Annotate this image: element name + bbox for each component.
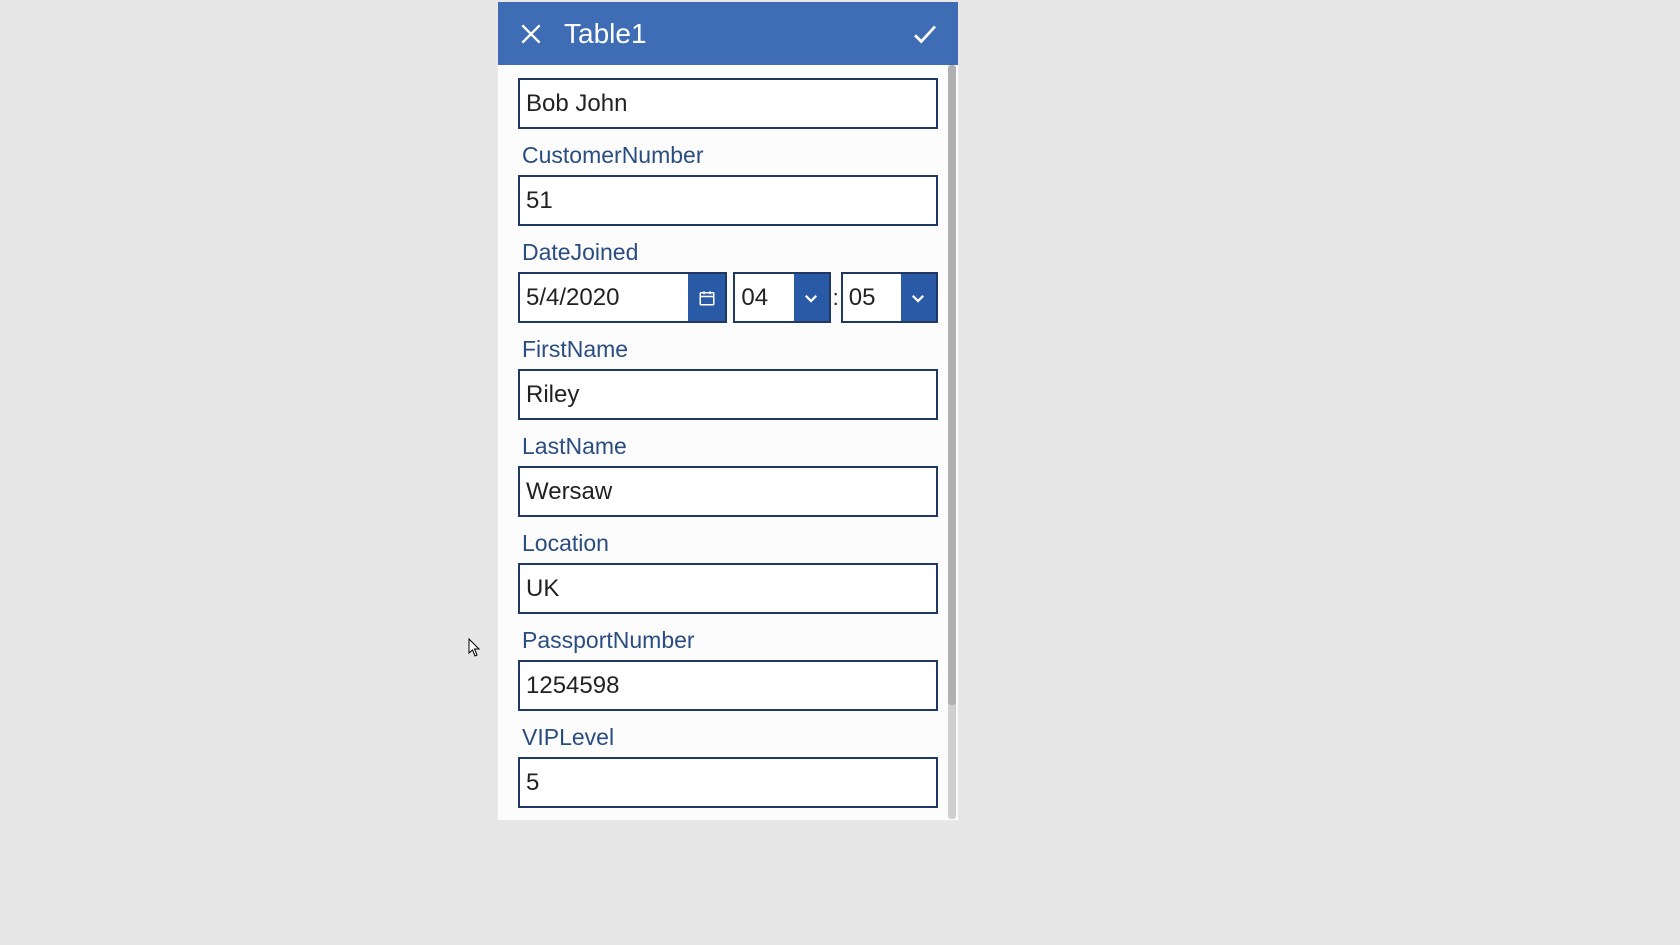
- passport-number-input[interactable]: [518, 660, 938, 711]
- time-separator: :: [833, 285, 839, 311]
- location-input[interactable]: [518, 563, 938, 614]
- hour-dropdown[interactable]: 04: [733, 272, 830, 323]
- hour-value: 04: [735, 274, 793, 321]
- calendar-icon: [698, 289, 716, 307]
- close-button[interactable]: [512, 15, 550, 53]
- date-picker-button[interactable]: [688, 274, 725, 321]
- field-date-joined: DateJoined 5/4/2020: [518, 239, 938, 323]
- date-picker[interactable]: 5/4/2020: [518, 272, 727, 323]
- form-body: CustomerNumber DateJoined 5/4/2020: [498, 78, 958, 808]
- last-name-label: LastName: [522, 433, 938, 460]
- location-label: Location: [522, 530, 938, 557]
- scrollbar-track[interactable]: [948, 65, 956, 819]
- field-last-name: LastName: [518, 433, 938, 517]
- passport-number-label: PassportNumber: [522, 627, 938, 654]
- customer-number-input[interactable]: [518, 175, 938, 226]
- vip-level-input[interactable]: [518, 757, 938, 808]
- minute-dropdown[interactable]: 05: [841, 272, 938, 323]
- field-passport-number: PassportNumber: [518, 627, 938, 711]
- date-joined-row: 5/4/2020 04: [518, 272, 938, 323]
- vip-level-label: VIPLevel: [522, 724, 938, 751]
- field-location: Location: [518, 530, 938, 614]
- field-name-clipped: [518, 78, 938, 129]
- field-vip-level: VIPLevel: [518, 724, 938, 808]
- date-value: 5/4/2020: [520, 274, 688, 321]
- check-icon: [910, 19, 940, 49]
- submit-button[interactable]: [906, 15, 944, 53]
- close-icon: [518, 21, 544, 47]
- page-background: Table1 CustomerNumber DateJoined 5/4/202…: [0, 0, 1680, 945]
- mouse-cursor-icon: [468, 638, 482, 658]
- scrollbar-thumb[interactable]: [948, 65, 956, 705]
- name-input[interactable]: [518, 78, 938, 129]
- form-header: Table1: [498, 2, 958, 65]
- customer-number-label: CustomerNumber: [522, 142, 938, 169]
- first-name-input[interactable]: [518, 369, 938, 420]
- minute-dropdown-button[interactable]: [901, 274, 936, 321]
- field-customer-number: CustomerNumber: [518, 142, 938, 226]
- first-name-label: FirstName: [522, 336, 938, 363]
- form-panel: Table1 CustomerNumber DateJoined 5/4/202…: [498, 2, 958, 820]
- date-joined-label: DateJoined: [522, 239, 938, 266]
- hour-dropdown-button[interactable]: [794, 274, 829, 321]
- last-name-input[interactable]: [518, 466, 938, 517]
- field-first-name: FirstName: [518, 336, 938, 420]
- chevron-down-icon: [802, 289, 820, 307]
- form-title: Table1: [564, 18, 906, 50]
- chevron-down-icon: [909, 289, 927, 307]
- minute-value: 05: [843, 274, 901, 321]
